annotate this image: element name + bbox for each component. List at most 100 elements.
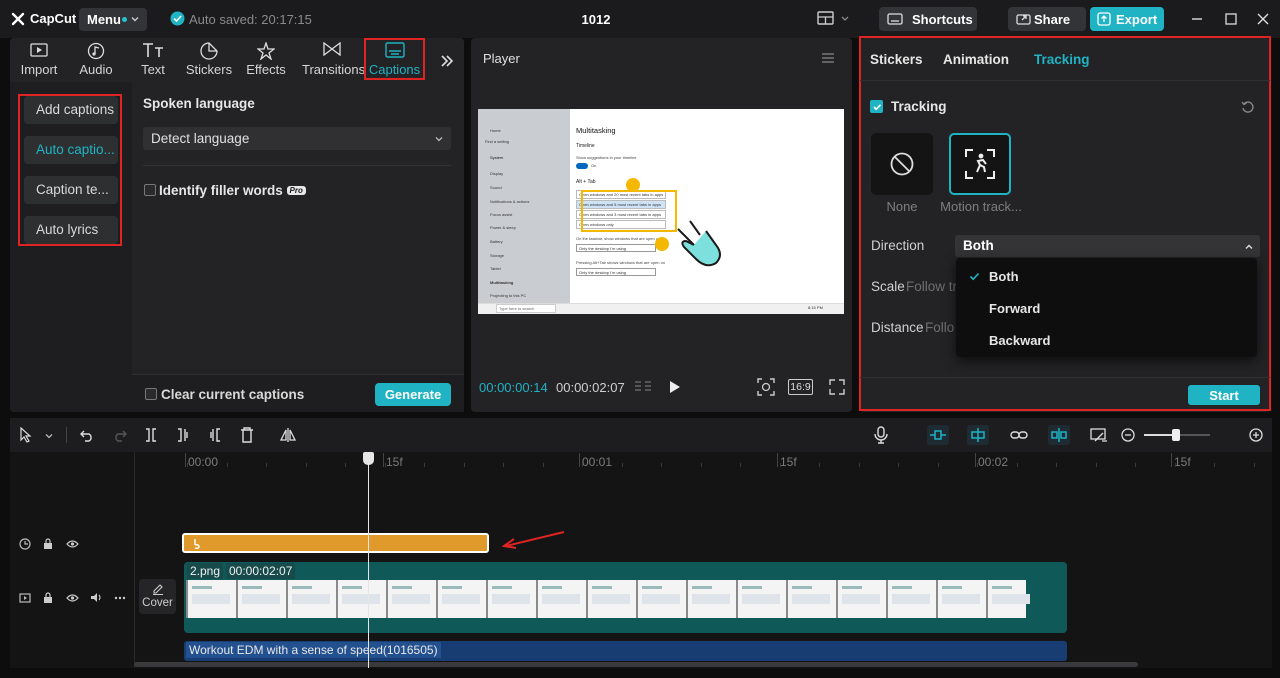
player-title: Player <box>483 51 520 66</box>
tab-effects[interactable]: Effects <box>238 40 294 80</box>
zoom-in-icon[interactable] <box>1248 427 1264 443</box>
minimize-icon[interactable] <box>1190 12 1204 26</box>
mirror-icon[interactable] <box>279 427 297 443</box>
ruler-tick <box>185 453 186 467</box>
tracking-option-none[interactable] <box>871 133 933 195</box>
direction-option-both[interactable]: Both <box>989 269 1019 284</box>
waveform-icon[interactable] <box>632 378 654 394</box>
language-value: Detect language <box>151 131 250 146</box>
track-header-divider <box>134 452 135 668</box>
tab-import[interactable]: Import <box>11 40 67 80</box>
eye-icon[interactable] <box>65 591 79 604</box>
hamburger-icon[interactable] <box>820 51 836 65</box>
clip-thumbnail <box>336 580 388 618</box>
ruler-minor-tick <box>503 463 504 467</box>
export-button[interactable]: Export <box>1090 7 1164 31</box>
audio-name: Workout EDM with a sense of speed(101650… <box>186 642 441 658</box>
layout-icon[interactable] <box>816 10 852 28</box>
tab-tracking[interactable]: Tracking <box>1034 52 1090 67</box>
preview-axis-icon[interactable] <box>1048 425 1070 445</box>
tracking-checkbox[interactable] <box>870 100 883 113</box>
split-icon[interactable] <box>143 427 159 443</box>
preview-toggle <box>576 163 588 169</box>
preview-section: Timeline <box>576 143 595 149</box>
horizontal-scrollbar[interactable] <box>134 662 1138 667</box>
fit-screen-icon[interactable] <box>757 378 775 396</box>
close-icon[interactable] <box>1256 12 1270 26</box>
ruler-minor-tick <box>661 463 662 467</box>
arrow-annotation-icon <box>500 530 566 550</box>
tab-text[interactable]: Text <box>125 40 181 80</box>
speaker-icon[interactable] <box>89 591 103 604</box>
direction-option-backward[interactable]: Backward <box>989 333 1050 348</box>
preview-search: Type here to search <box>496 304 556 313</box>
clip-duration: 00:00:02:07 <box>226 563 296 579</box>
tab-audio[interactable]: Audio <box>68 40 124 80</box>
lock-icon[interactable] <box>42 591 54 604</box>
settings-nav-item: Multitasking <box>490 280 514 285</box>
eye-icon[interactable] <box>65 537 79 550</box>
delete-icon[interactable] <box>239 427 255 443</box>
clear-captions-checkbox[interactable] <box>145 388 157 400</box>
clip-thumbnail <box>486 580 538 618</box>
tab-stickers[interactable]: Stickers <box>870 52 923 67</box>
shortcuts-button[interactable]: Shortcuts <box>879 7 977 31</box>
generate-button[interactable]: Generate <box>375 383 451 406</box>
undo-icon[interactable] <box>79 427 95 443</box>
clip-name: 2.png <box>187 563 224 579</box>
ruler-tick <box>1171 453 1172 467</box>
ruler-minor-tick <box>227 463 228 467</box>
playhead[interactable] <box>368 460 369 668</box>
more-icon[interactable] <box>113 591 127 604</box>
share-button[interactable]: Share <box>1008 7 1086 31</box>
screenshot-icon[interactable] <box>1089 426 1109 444</box>
auto-snap-icon[interactable] <box>967 425 989 445</box>
clip-thumbnail <box>286 580 338 618</box>
tab-stickers[interactable]: Stickers <box>181 40 237 80</box>
ruler-label: 00:01 <box>582 455 613 469</box>
preview-taskbar-label: On the taskbar, show windows that are op… <box>576 236 661 241</box>
fullscreen-icon[interactable] <box>829 379 845 395</box>
preview-clock: 8:15 PM <box>808 305 823 310</box>
microphone-icon[interactable] <box>873 426 889 444</box>
ruler-minor-tick <box>938 463 939 467</box>
settings-nav-item: Notifications & actions <box>490 199 530 204</box>
zoom-out-icon[interactable] <box>1120 427 1136 443</box>
link-icon[interactable] <box>1008 425 1030 445</box>
main-track-magnet-icon[interactable] <box>927 425 949 445</box>
tab-animation[interactable]: Animation <box>943 52 1009 67</box>
tracking-option-motion[interactable] <box>949 133 1011 195</box>
spoken-language-title: Spoken language <box>143 96 255 111</box>
play-icon[interactable] <box>668 379 682 395</box>
direction-select[interactable]: Both <box>955 235 1260 257</box>
more-tabs-icon[interactable] <box>438 52 456 70</box>
direction-option-forward[interactable]: Forward <box>989 301 1040 316</box>
total-time: 00:00:02:07 <box>556 380 625 395</box>
redo-icon[interactable] <box>112 427 128 443</box>
lock-icon[interactable] <box>42 537 54 550</box>
cursor-icon[interactable] <box>18 427 34 443</box>
tab-transitions[interactable]: Transitions <box>302 40 365 80</box>
ruler-minor-tick <box>622 463 623 467</box>
settings-nav-item: Focus assist <box>490 212 513 217</box>
aspect-ratio-button[interactable]: 16:9 <box>788 379 813 395</box>
ruler-minor-tick <box>740 463 741 467</box>
chevron-down-icon[interactable] <box>43 430 55 442</box>
side-list-highlight <box>18 94 122 246</box>
language-select[interactable]: Detect language <box>143 127 451 150</box>
timeline-toolbar <box>10 418 1272 452</box>
maximize-icon[interactable] <box>1224 12 1238 26</box>
zoom-slider-handle[interactable] <box>1172 429 1180 441</box>
sticker-clip[interactable] <box>182 533 489 553</box>
ruler-minor-tick <box>1175 463 1176 467</box>
filler-words-option[interactable]: Identify filler words Pro <box>159 183 306 198</box>
share-label: Share <box>1034 12 1071 27</box>
playhead-handle[interactable] <box>363 452 374 465</box>
split-right-icon[interactable] <box>207 427 223 443</box>
sticker-scale-handle <box>655 237 669 251</box>
reset-icon[interactable] <box>1240 99 1256 115</box>
start-button[interactable]: Start <box>1188 385 1260 405</box>
filler-checkbox[interactable] <box>144 184 156 196</box>
split-left-icon[interactable] <box>175 427 191 443</box>
cover-button[interactable]: Cover <box>139 579 176 614</box>
